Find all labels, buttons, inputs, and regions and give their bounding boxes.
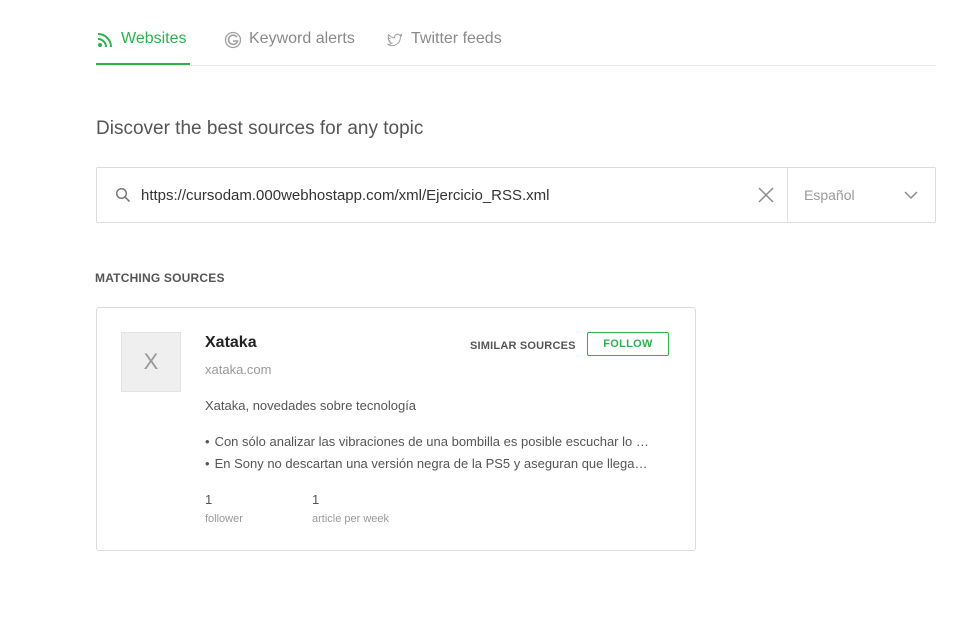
recent-articles-list: Con sólo analizar las vibraciones de una… [205,434,651,478]
follow-button[interactable]: FOLLOW [587,332,669,356]
followers-stat: 1 follower [205,492,243,525]
matching-sources-label: MATCHING SOURCES [95,271,225,285]
followers-count: 1 [205,492,213,507]
similar-sources-button[interactable]: SIMILAR SOURCES [470,340,576,352]
articles-per-week-stat: 1 article per week [312,492,389,525]
source-domain: xataka.com [205,362,272,377]
google-icon [224,31,242,49]
chevron-down-icon [904,191,918,200]
source-search-bar: Español [96,167,936,223]
search-input[interactable] [141,168,751,222]
language-select-value: Español [804,187,855,203]
tab-twitter-feeds[interactable]: Twitter feeds [386,30,502,64]
source-type-tabs: Websites Keyword alerts Twitter feeds [96,0,936,66]
language-select[interactable]: Español [787,168,936,222]
source-description: Xataka, novedades sobre tecnología [205,398,417,413]
tab-websites[interactable]: Websites [96,30,190,65]
rss-icon [97,33,112,48]
followers-label: follower [205,513,243,525]
articles-per-week-label: article per week [312,513,390,525]
article-item[interactable]: En Sony no descartan una versión negra d… [205,456,651,478]
tab-twitter-feeds-label: Twitter feeds [411,30,502,47]
article-item[interactable]: Con sólo analizar las vibraciones de una… [205,434,651,456]
close-icon[interactable] [757,186,775,204]
source-avatar: X [121,332,181,392]
source-name[interactable]: Xataka [205,334,257,352]
source-card: X Xataka xataka.com SIMILAR SOURCES FOLL… [96,307,696,551]
tab-keyword-alerts-label: Keyword alerts [249,30,355,47]
page-heading: Discover the best sources for any topic [96,118,424,139]
tab-websites-label: Websites [121,30,187,47]
articles-per-week-count: 1 [312,492,320,507]
twitter-icon [387,33,403,47]
tab-keyword-alerts[interactable]: Keyword alerts [224,30,355,64]
search-icon [115,187,131,203]
